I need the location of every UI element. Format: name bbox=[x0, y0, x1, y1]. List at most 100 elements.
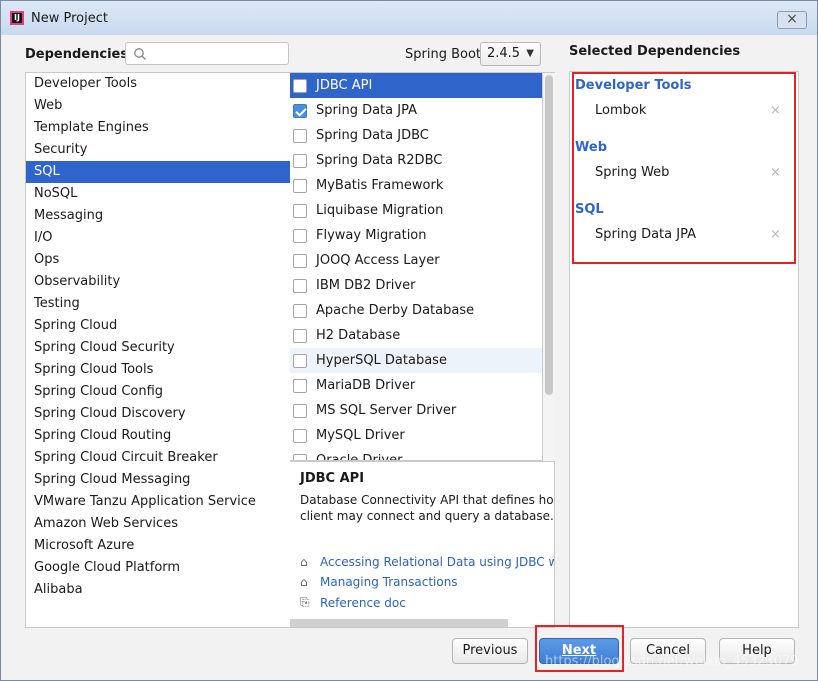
dependency-checkbox[interactable] bbox=[293, 303, 307, 318]
dependency-checkbox[interactable] bbox=[293, 128, 307, 143]
spring-boot-label: Spring Boot bbox=[405, 47, 482, 62]
dependency-item[interactable]: JOOQ Access Layer bbox=[290, 248, 542, 273]
dependency-item[interactable]: MariaDB Driver bbox=[290, 373, 542, 398]
category-item[interactable]: Amazon Web Services bbox=[26, 513, 290, 535]
dependency-label: H2 Database bbox=[316, 328, 401, 343]
dependency-list: JDBC API Spring Data JPA Spring Data JDBC S… bbox=[290, 72, 543, 461]
category-item[interactable]: Spring Cloud Config bbox=[26, 381, 290, 403]
selected-item: Lombok bbox=[595, 103, 647, 118]
dependency-label: HyperSQL Database bbox=[316, 353, 447, 368]
dependency-item[interactable]: Oracle Driver bbox=[290, 448, 542, 460]
dependency-checkbox[interactable] bbox=[293, 378, 307, 393]
category-item[interactable]: Web bbox=[26, 95, 290, 117]
category-item[interactable]: Spring Cloud Messaging bbox=[26, 469, 290, 491]
dependency-label: MyBatis Framework bbox=[316, 178, 444, 193]
dependency-checkbox[interactable] bbox=[293, 453, 307, 460]
dependency-item[interactable]: Spring Data JDBC bbox=[290, 123, 542, 148]
close-button[interactable]: × bbox=[777, 11, 807, 29]
remove-icon[interactable]: × bbox=[770, 103, 781, 118]
category-item[interactable]: Spring Cloud Discovery bbox=[26, 403, 290, 425]
category-item[interactable]: I/O bbox=[26, 227, 290, 249]
category-item[interactable]: Microsoft Azure bbox=[26, 535, 290, 557]
dependency-checkbox[interactable] bbox=[293, 428, 307, 443]
dependency-checkbox[interactable] bbox=[293, 178, 307, 193]
home-icon: ⌂ bbox=[300, 575, 308, 589]
dependency-item[interactable]: MyBatis Framework bbox=[290, 173, 542, 198]
guide-link[interactable]: ⌂ Managing Transactions bbox=[300, 575, 458, 589]
category-item[interactable]: SQL bbox=[26, 161, 290, 183]
category-item[interactable]: NoSQL bbox=[26, 183, 290, 205]
category-item[interactable]: Ops bbox=[26, 249, 290, 271]
intellij-app-icon: IJ bbox=[10, 11, 24, 25]
category-item[interactable]: Developer Tools bbox=[26, 73, 290, 95]
dependency-checkbox[interactable] bbox=[293, 403, 307, 418]
category-item[interactable]: Spring Cloud Routing bbox=[26, 425, 290, 447]
window-title: New Project bbox=[31, 10, 108, 26]
remove-icon[interactable]: × bbox=[770, 165, 781, 180]
spring-boot-version-select[interactable]: 2.4.5 ▼ bbox=[480, 42, 541, 66]
dependency-label: JOOQ Access Layer bbox=[316, 253, 440, 268]
dependency-item[interactable]: MySQL Driver bbox=[290, 423, 542, 448]
dependency-checkbox[interactable] bbox=[293, 203, 307, 218]
remove-icon[interactable]: × bbox=[770, 227, 781, 242]
dependency-item[interactable]: Spring Data R2DBC bbox=[290, 148, 542, 173]
category-item[interactable]: Spring Cloud Security bbox=[26, 337, 290, 359]
watermark: https://blog.csdn.net/weixin_45323079 bbox=[545, 654, 799, 669]
dependency-checkbox[interactable] bbox=[293, 153, 307, 168]
dependency-checkbox[interactable] bbox=[293, 103, 307, 118]
new-project-window: IJ New Project × Dependencies Spring Boo… bbox=[0, 0, 818, 681]
category-item[interactable]: Spring Cloud bbox=[26, 315, 290, 337]
dependency-checkbox[interactable] bbox=[293, 253, 307, 268]
description-horizontal-scrollbar[interactable] bbox=[290, 619, 508, 627]
category-item[interactable]: Messaging bbox=[26, 205, 290, 227]
category-item[interactable]: Template Engines bbox=[26, 117, 290, 139]
guide-link-label: Managing Transactions bbox=[320, 575, 458, 589]
title-bar[interactable]: IJ New Project × bbox=[1, 1, 817, 35]
category-item[interactable]: Observability bbox=[26, 271, 290, 293]
reference-doc-link[interactable]: ⎘ Reference doc bbox=[300, 595, 406, 610]
category-item[interactable]: Security bbox=[26, 139, 290, 161]
selected-category: Web bbox=[575, 140, 607, 155]
dependency-item[interactable]: MS SQL Server Driver bbox=[290, 398, 542, 423]
chevron-down-icon: ▼ bbox=[526, 48, 534, 59]
dependency-item[interactable]: JDBC API bbox=[290, 73, 542, 98]
selected-dependencies-label: Selected Dependencies bbox=[569, 44, 741, 59]
category-list: Developer Tools Web Template Engines Securi… bbox=[25, 72, 291, 628]
doc-icon: ⎘ bbox=[300, 595, 310, 609]
search-input[interactable] bbox=[125, 42, 289, 65]
category-item[interactable]: Spring Cloud Tools bbox=[26, 359, 290, 381]
category-item[interactable]: Google Cloud Platform bbox=[26, 557, 290, 579]
previous-button[interactable]: Previous bbox=[452, 638, 528, 664]
dependency-list-scrollbar[interactable] bbox=[543, 72, 555, 461]
selected-category: Developer Tools bbox=[575, 78, 692, 93]
dependency-item[interactable]: HyperSQL Database bbox=[290, 348, 542, 373]
guide-link[interactable]: ⌂ Accessing Relational Data using JDBC w… bbox=[300, 555, 554, 569]
description-panel: JDBC API Database Connectivity API that … bbox=[290, 461, 555, 628]
selected-item: Spring Data JPA bbox=[595, 227, 696, 242]
dependency-item[interactable]: H2 Database bbox=[290, 323, 542, 348]
dependency-item[interactable]: Spring Data JPA bbox=[290, 98, 542, 123]
dependency-label: Apache Derby Database bbox=[316, 303, 475, 318]
dependency-label: MySQL Driver bbox=[316, 428, 405, 443]
dependency-checkbox[interactable] bbox=[293, 353, 307, 368]
dependency-checkbox[interactable] bbox=[293, 228, 307, 243]
home-icon: ⌂ bbox=[300, 555, 308, 569]
guide-link-label: Accessing Relational Data using JDBC wit… bbox=[320, 555, 554, 569]
dependency-checkbox[interactable] bbox=[293, 328, 307, 343]
dependency-checkbox[interactable] bbox=[293, 78, 307, 93]
category-item[interactable]: Alibaba bbox=[26, 579, 290, 601]
dependency-item[interactable]: Flyway Migration bbox=[290, 223, 542, 248]
selected-item: Spring Web bbox=[595, 165, 670, 180]
category-item[interactable]: VMware Tanzu Application Service bbox=[26, 491, 290, 513]
dialog-content: Dependencies Spring Boot 2.4.5 ▼ Selecte… bbox=[9, 35, 809, 675]
dependency-item[interactable]: Liquibase Migration bbox=[290, 198, 542, 223]
scrollbar-thumb[interactable] bbox=[545, 75, 553, 395]
category-item[interactable]: Spring Cloud Circuit Breaker bbox=[26, 447, 290, 469]
dependency-item[interactable]: IBM DB2 Driver bbox=[290, 273, 542, 298]
dependency-item[interactable]: Apache Derby Database bbox=[290, 298, 542, 323]
reference-doc-label: Reference doc bbox=[320, 595, 406, 610]
dependency-label: Spring Data JDBC bbox=[316, 128, 429, 143]
selected-dependencies-panel: Developer Tools Lombok × Web Spring Web … bbox=[569, 71, 799, 628]
dependency-checkbox[interactable] bbox=[293, 278, 307, 293]
category-item[interactable]: Testing bbox=[26, 293, 290, 315]
